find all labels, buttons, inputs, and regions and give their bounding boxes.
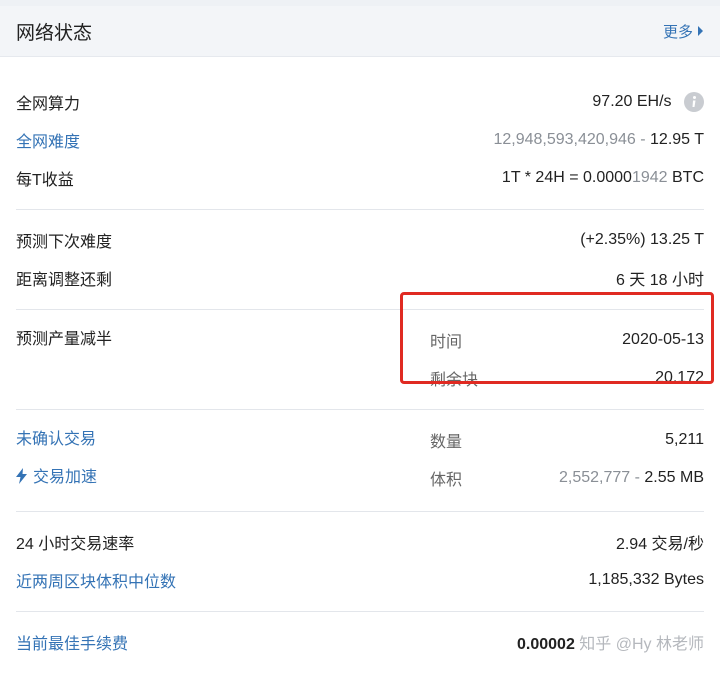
lightning-icon: [16, 461, 27, 499]
hashrate-value: 97.20 EH/s: [592, 92, 704, 112]
network-status-content: 全网算力 97.20 EH/s 全网难度 12,948,593,420,946 …: [0, 57, 720, 673]
earnings-prefix: 1T * 24H = 0.0000: [501, 169, 632, 186]
fee-link[interactable]: 当前最佳手续费: [16, 630, 517, 654]
fee-value-wrap: 0.00002 知乎 @Hy 林老师: [517, 630, 704, 654]
earnings-label: 每T收益: [16, 172, 74, 189]
unconfirmed-count-value: 5,211: [665, 431, 704, 448]
earnings-highlight: 1942: [631, 169, 668, 186]
halving-blocks-label: 剩余块: [430, 372, 479, 389]
halving-blocks-value: 20,172: [655, 369, 704, 386]
mempool-size-row: 体积 2,552,777 - 2.55 MB: [430, 459, 704, 497]
hashrate-label: 全网算力: [16, 96, 81, 113]
tx-rate-row: 24 小时交易速率 2.94 交易/秒: [16, 523, 704, 561]
halving-row: 预测产量减半 时间 2020-05-13 剩余块 20,172: [16, 321, 704, 397]
difficulty-value: 12,948,593,420,946 - 12.95 T: [493, 131, 704, 149]
next-difficulty-value: (+2.35%) 13.25 T: [580, 231, 704, 248]
fee-row: 当前最佳手续费 0.00002 知乎 @Hy 林老师: [16, 623, 704, 661]
caret-right-icon: [697, 26, 704, 36]
panel-title: 网络状态: [16, 22, 93, 44]
halving-blocks-row: 剩余块 20,172: [430, 359, 704, 397]
network-group: 全网算力 97.20 EH/s 全网难度 12,948,593,420,946 …: [16, 57, 704, 210]
fees-group: 当前最佳手续费 0.00002 知乎 @Hy 林老师: [16, 612, 704, 673]
hashrate-row: 全网算力 97.20 EH/s: [16, 83, 704, 121]
next-difficulty-row: 预测下次难度 (+2.35%) 13.25 T: [16, 221, 704, 259]
mempool-size-raw: 2,552,777: [559, 469, 631, 486]
median-size-link[interactable]: 近两周区块体积中位数: [16, 568, 588, 592]
median-size-value: 1,185,332 Bytes: [588, 571, 704, 588]
halving-time-value: 2020-05-13: [622, 331, 704, 348]
earnings-row: 每T收益 1T * 24H = 0.00001942 BTC: [16, 159, 704, 197]
mempool-size-value: 2,552,777 - 2.55 MB: [559, 469, 704, 487]
earnings-value: 1T * 24H = 0.00001942 BTC: [502, 169, 704, 187]
difficulty-link[interactable]: 全网难度: [16, 128, 493, 152]
more-label: 更多: [662, 23, 693, 41]
hashrate-value-text: 97.20 EH/s: [592, 93, 672, 111]
unconfirmed-count-label: 数量: [430, 434, 463, 451]
accelerate-link[interactable]: 交易加速: [16, 459, 430, 499]
halving-label: 预测产量减半: [16, 331, 113, 348]
more-link[interactable]: 更多: [663, 21, 704, 42]
accelerate-label: 交易加速: [33, 469, 98, 486]
median-size-row: 近两周区块体积中位数 1,185,332 Bytes: [16, 561, 704, 599]
halving-time-label: 时间: [430, 334, 463, 351]
stats-group: 24 小时交易速率 2.94 交易/秒 近两周区块体积中位数 1,185,332…: [16, 512, 704, 612]
fee-value: 0.00002: [517, 636, 575, 653]
accelerate-row: 交易加速 体积 2,552,777 - 2.55 MB: [16, 459, 704, 499]
remaining-row: 距离调整还剩 6 天 18 小时: [16, 259, 704, 297]
mempool-size-separator: -: [630, 469, 645, 486]
earnings-unit: BTC: [667, 169, 704, 186]
next-difficulty-label: 预测下次难度: [16, 234, 113, 251]
mempool-group: 未确认交易 数量 5,211 交易加速 体积 2,552,777 - 2.55 …: [16, 410, 704, 512]
fee-watermark: 知乎 @Hy 林老师: [574, 636, 704, 653]
tx-rate-label: 24 小时交易速率: [16, 536, 135, 553]
mempool-size-short: 2.55 MB: [644, 469, 704, 486]
adjustment-group: 预测下次难度 (+2.35%) 13.25 T 距离调整还剩 6 天 18 小时: [16, 210, 704, 310]
unconfirmed-link[interactable]: 未确认交易: [16, 421, 430, 459]
unconfirmed-count-row: 数量 5,211: [430, 421, 704, 459]
halving-details: 时间 2020-05-13 剩余块 20,172: [430, 321, 704, 397]
difficulty-short: 12.95 T: [650, 131, 704, 148]
halving-time-row: 时间 2020-05-13: [430, 321, 704, 359]
tx-rate-value: 2.94 交易/秒: [615, 536, 704, 553]
difficulty-separator: -: [635, 131, 651, 148]
unconfirmed-row: 未确认交易 数量 5,211: [16, 421, 704, 459]
panel-header: 网络状态 更多: [0, 6, 720, 57]
difficulty-row: 全网难度 12,948,593,420,946 - 12.95 T: [16, 121, 704, 159]
mempool-size-label: 体积: [430, 472, 463, 489]
halving-group: 预测产量减半 时间 2020-05-13 剩余块 20,172: [16, 310, 704, 410]
info-icon[interactable]: [684, 92, 704, 112]
difficulty-raw: 12,948,593,420,946: [493, 131, 636, 148]
remaining-value: 6 天 18 小时: [615, 272, 704, 289]
remaining-label: 距离调整还剩: [16, 272, 113, 289]
